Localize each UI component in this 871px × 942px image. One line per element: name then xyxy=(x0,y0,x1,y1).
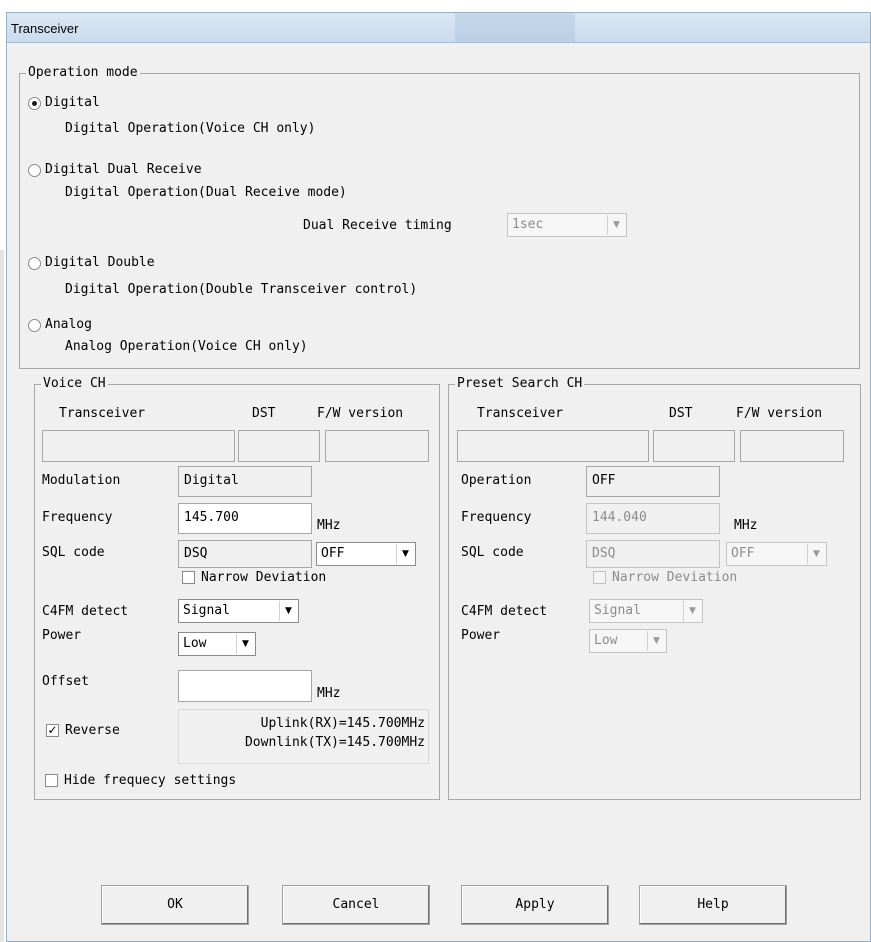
voice-ch-fw-version-field xyxy=(325,430,429,462)
radio-digital-description: Digital Operation(Voice CH only) xyxy=(65,121,316,136)
chevron-down-icon: ▼ xyxy=(647,631,665,651)
preset-power-select[interactable]: Low ▼ xyxy=(589,629,667,653)
title-bar-highlight xyxy=(455,13,575,42)
preset-c4fm-detect-select[interactable]: Signal ▼ xyxy=(589,599,703,623)
title-bar[interactable]: Transceiver xyxy=(7,13,870,43)
chevron-down-icon: ▼ xyxy=(607,215,625,235)
transceiver-dialog: Transceiver Operation mode Digital Digit… xyxy=(6,12,871,942)
voice-ch-col-fw-version: F/W version xyxy=(317,406,404,421)
ok-button[interactable]: OK xyxy=(101,885,249,925)
radio-digital-double-label[interactable]: Digital Double xyxy=(45,255,155,271)
dual-receive-timing-label: Dual Receive timing xyxy=(303,218,452,233)
frequency-label: Frequency xyxy=(42,510,113,525)
preset-col-fw-version: F/W version xyxy=(736,406,823,421)
apply-button[interactable]: Apply xyxy=(461,885,609,925)
background-stripe-left xyxy=(0,250,4,942)
frequency-input[interactable]: 145.700 xyxy=(178,503,312,534)
voice-ch-col-dst: DST xyxy=(252,406,276,421)
downlink-text: Downlink(TX)=145.700MHz xyxy=(244,735,425,750)
preset-search-ch-legend: Preset Search CH xyxy=(455,376,585,392)
offset-input[interactable] xyxy=(178,670,312,702)
preset-c4fm-detect-label: C4FM detect xyxy=(461,604,548,619)
preset-sql-code-select-value: OFF xyxy=(731,546,755,561)
chevron-down-icon: ▼ xyxy=(396,544,414,564)
check-icon: ✓ xyxy=(47,723,58,737)
c4fm-detect-label: C4FM detect xyxy=(42,604,129,619)
radio-digital-dual-receive-label[interactable]: Digital Dual Receive xyxy=(45,162,202,178)
preset-narrow-deviation-checkbox[interactable] xyxy=(593,571,606,584)
preset-c4fm-detect-value: Signal xyxy=(594,603,641,618)
offset-label: Offset xyxy=(42,674,89,689)
radio-analog[interactable] xyxy=(28,319,41,332)
radio-analog-description: Analog Operation(Voice CH only) xyxy=(65,339,308,354)
c4fm-detect-value: Signal xyxy=(183,603,230,618)
power-select[interactable]: Low ▼ xyxy=(178,632,256,656)
radio-digital[interactable] xyxy=(28,97,41,110)
narrow-deviation-checkbox[interactable] xyxy=(182,571,195,584)
power-value: Low xyxy=(183,636,207,651)
voice-ch-legend: Voice CH xyxy=(41,376,108,392)
preset-power-label: Power xyxy=(461,628,501,643)
hide-frequency-checkbox[interactable] xyxy=(45,774,58,787)
preset-fw-version-field xyxy=(740,430,844,462)
preset-power-value: Low xyxy=(594,633,618,648)
operation-mode-group: Operation mode Digital Digital Operation… xyxy=(19,65,860,369)
preset-narrow-deviation-label[interactable]: Narrow Deviation xyxy=(612,570,737,586)
operation-mode-legend: Operation mode xyxy=(26,65,140,81)
uplink-downlink-info: Uplink(RX)=145.700MHz Downlink(TX)=145.7… xyxy=(178,709,429,764)
frequency-unit: MHz xyxy=(317,518,341,533)
preset-sql-code-label: SQL code xyxy=(461,545,524,560)
reverse-checkbox[interactable]: ✓ xyxy=(46,724,59,737)
reverse-label[interactable]: Reverse xyxy=(65,723,120,739)
hide-frequency-label[interactable]: Hide frequecy settings xyxy=(64,773,236,789)
dual-receive-timing-value: 1sec xyxy=(512,217,544,232)
offset-unit: MHz xyxy=(317,686,341,701)
preset-frequency-input[interactable]: 144.040 xyxy=(586,503,720,534)
chevron-down-icon: ▼ xyxy=(279,601,297,621)
preset-sql-code-field: DSQ xyxy=(586,540,720,568)
window-title: Transceiver xyxy=(11,21,79,36)
preset-transceiver-field xyxy=(457,430,649,462)
radio-digital-double-description: Digital Operation(Double Transceiver con… xyxy=(65,282,418,297)
chevron-down-icon: ▼ xyxy=(236,634,254,654)
uplink-text: Uplink(RX)=145.700MHz xyxy=(260,716,425,731)
radio-analog-label[interactable]: Analog xyxy=(45,317,92,333)
sql-code-select-value: OFF xyxy=(321,546,345,561)
preset-col-transceiver: Transceiver xyxy=(477,406,564,421)
voice-ch-dst-field xyxy=(238,430,320,462)
radio-digital-label[interactable]: Digital xyxy=(45,95,100,111)
radio-digital-dual-receive-description: Digital Operation(Dual Receive mode) xyxy=(65,185,347,200)
power-label: Power xyxy=(42,628,82,643)
help-button[interactable]: Help xyxy=(639,885,787,925)
preset-sql-code-select[interactable]: OFF ▼ xyxy=(726,542,827,566)
voice-ch-transceiver-field xyxy=(42,430,235,462)
c4fm-detect-select[interactable]: Signal ▼ xyxy=(178,599,299,623)
preset-frequency-label: Frequency xyxy=(461,510,532,525)
chevron-down-icon: ▼ xyxy=(683,601,701,621)
dialog-client-area: Operation mode Digital Digital Operation… xyxy=(7,44,870,941)
preset-operation-label: Operation xyxy=(461,473,532,488)
voice-ch-col-transceiver: Transceiver xyxy=(59,406,146,421)
sql-code-field: DSQ xyxy=(178,540,312,568)
sql-code-select[interactable]: OFF ▼ xyxy=(316,542,416,566)
narrow-deviation-label[interactable]: Narrow Deviation xyxy=(201,570,326,586)
cancel-button[interactable]: Cancel xyxy=(282,885,430,925)
preset-col-dst: DST xyxy=(669,406,693,421)
chevron-down-icon: ▼ xyxy=(807,544,825,564)
preset-frequency-unit: MHz xyxy=(734,518,758,533)
radio-digital-dual-receive[interactable] xyxy=(28,164,41,177)
modulation-label: Modulation xyxy=(42,473,121,488)
modulation-field: Digital xyxy=(178,466,312,497)
sql-code-label: SQL code xyxy=(42,545,105,560)
preset-dst-field xyxy=(653,430,735,462)
dual-receive-timing-select[interactable]: 1sec ▼ xyxy=(507,213,627,237)
preset-search-ch-group: Preset Search CH Transceiver DST F/W ver… xyxy=(448,376,861,800)
radio-digital-double[interactable] xyxy=(28,257,41,270)
preset-operation-field: OFF xyxy=(586,466,720,497)
